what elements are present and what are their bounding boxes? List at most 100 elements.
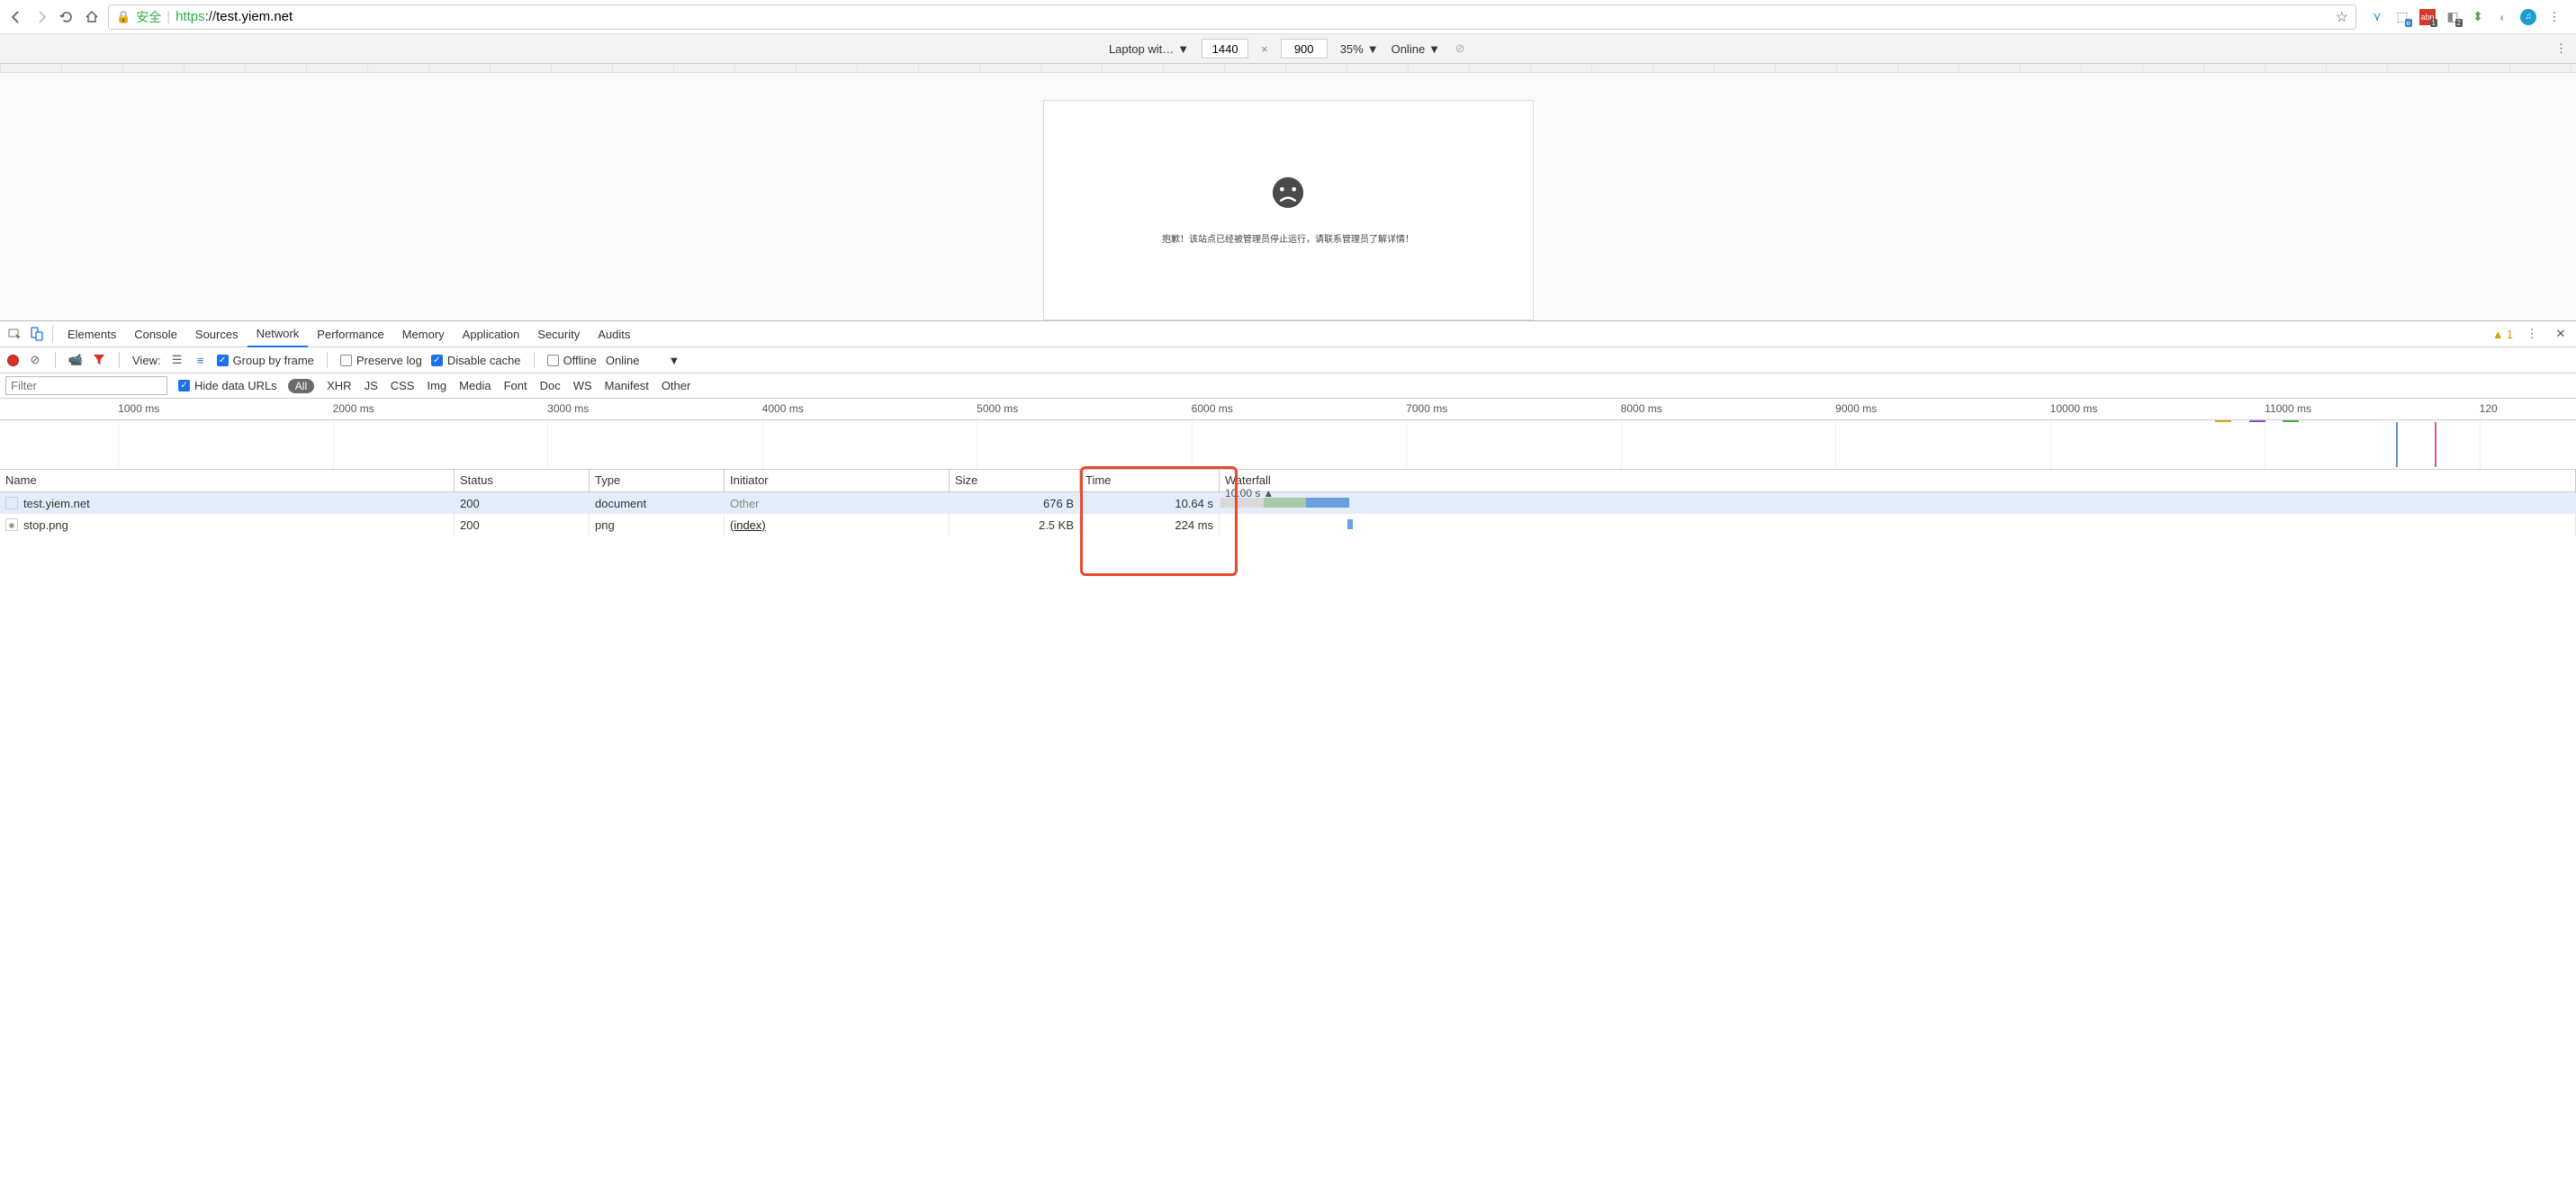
secure-label: 安全 <box>136 8 161 26</box>
ext-icon-7[interactable]: ♫ <box>2520 9 2536 25</box>
offline-checkbox[interactable]: Offline <box>547 354 597 367</box>
row-type: png <box>590 514 725 536</box>
row-name: stop.png <box>23 518 68 532</box>
col-status-header[interactable]: Status <box>455 470 590 491</box>
filter-type-js[interactable]: JS <box>365 379 378 392</box>
viewport-width-input[interactable] <box>1202 39 1248 58</box>
rotate-icon[interactable]: ⊘ <box>1453 41 1467 56</box>
timeline-tick: 11000 ms <box>2265 402 2311 415</box>
filter-funnel-icon[interactable] <box>92 353 106 367</box>
col-name-header[interactable]: Name <box>0 470 455 491</box>
clear-icon[interactable]: ⊘ <box>28 353 42 367</box>
filter-type-all[interactable]: All <box>288 379 314 393</box>
group-by-frame-checkbox[interactable]: Group by frame <box>217 354 314 367</box>
ext-icon-6[interactable]: ◐ <box>2495 9 2511 25</box>
timeline-overview[interactable] <box>0 420 2576 470</box>
network-row[interactable]: test.yiem.net 200 document Other 676 B 1… <box>0 492 2576 514</box>
viewport-height-input[interactable] <box>1281 39 1328 58</box>
device-mode-icon[interactable] <box>27 324 47 344</box>
devtools-tab-memory[interactable]: Memory <box>393 321 454 347</box>
filter-input[interactable] <box>5 376 167 395</box>
timeline-tick: 4000 ms <box>762 402 804 415</box>
filter-type-css[interactable]: CSS <box>391 379 415 392</box>
network-row[interactable]: ◉stop.png 200 png (index) 2.5 KB 224 ms <box>0 514 2576 536</box>
view-list-icon[interactable]: ☰ <box>170 353 185 367</box>
timeline-tick: 10000 ms <box>2050 402 2098 415</box>
col-size-header[interactable]: Size <box>950 470 1080 491</box>
disable-cache-checkbox[interactable]: Disable cache <box>431 354 521 367</box>
timeline-tick: 120 <box>2480 402 2498 415</box>
throttle-profile-select[interactable]: Online▼ <box>606 354 680 367</box>
timeline-tick: 9000 ms <box>1835 402 1877 415</box>
devtools-menu-icon[interactable]: ⋮ <box>2522 324 2542 344</box>
preserve-log-checkbox[interactable]: Preserve log <box>340 354 422 367</box>
devtools-tab-network[interactable]: Network <box>248 321 309 347</box>
row-initiator: Other <box>730 497 760 510</box>
filter-type-font[interactable]: Font <box>504 379 527 392</box>
reload-button[interactable] <box>58 8 76 26</box>
filter-type-img[interactable]: Img <box>427 379 446 392</box>
row-status: 200 <box>455 492 590 514</box>
home-button[interactable] <box>83 8 101 26</box>
filter-type-doc[interactable]: Doc <box>540 379 561 392</box>
bookmark-star-icon[interactable]: ☆ <box>2336 8 2348 26</box>
devtools-close-icon[interactable]: ✕ <box>2551 324 2571 344</box>
ext-icon-1[interactable]: ⋎ <box>2369 9 2385 25</box>
page-content: 抱歉！该站点已经被管理员停止运行，请联系管理员了解详情！ <box>1043 100 1534 320</box>
timeline-tick: 3000 ms <box>547 402 589 415</box>
network-table-header: Name Status Type Initiator Size Time Wat… <box>0 470 2576 492</box>
timeline-ruler[interactable]: 1000 ms2000 ms3000 ms4000 ms5000 ms6000 … <box>0 399 2576 420</box>
network-toolbar: ⊘ 📹 View: ☰ ≡ Group by frame Preserve lo… <box>0 347 2576 374</box>
ext-icon-5[interactable]: ⬍ <box>2470 9 2486 25</box>
ext-icon-3[interactable]: abp1 <box>2419 9 2436 25</box>
devtools-tab-application[interactable]: Application <box>454 321 529 347</box>
ext-icon-2[interactable]: ⬚e <box>2394 9 2410 25</box>
filter-type-xhr[interactable]: XHR <box>327 379 351 392</box>
col-waterfall-header[interactable]: Waterfall10.00 s ▲ <box>1220 470 2576 491</box>
view-tree-icon[interactable]: ≡ <box>194 353 208 367</box>
back-button[interactable] <box>7 8 25 26</box>
network-table: Name Status Type Initiator Size Time Wat… <box>0 470 2576 536</box>
forward-button[interactable] <box>32 8 50 26</box>
devtools-tab-performance[interactable]: Performance <box>308 321 392 347</box>
row-name: test.yiem.net <box>23 497 90 510</box>
devtools-tab-elements[interactable]: Elements <box>59 321 125 347</box>
warnings-badge[interactable]: ▲ 1 <box>2492 328 2513 341</box>
camera-icon[interactable]: 📹 <box>68 353 83 367</box>
ext-icon-4[interactable]: ◧2 <box>2445 9 2461 25</box>
timeline-tick: 6000 ms <box>1192 402 1233 415</box>
device-select[interactable]: Laptop wit… ▼ <box>1109 42 1189 56</box>
browser-menu-icon[interactable]: ⋮ <box>2545 8 2563 26</box>
devtools-tabbar: ElementsConsoleSourcesNetworkPerformance… <box>0 320 2576 347</box>
row-initiator[interactable]: (index) <box>730 518 766 532</box>
col-type-header[interactable]: Type <box>590 470 725 491</box>
timeline-tick: 1000 ms <box>118 402 159 415</box>
lock-icon: 🔒 <box>116 10 131 24</box>
throttle-select[interactable]: Online ▼ <box>1392 42 1440 56</box>
devtools-tab-console[interactable]: Console <box>125 321 186 347</box>
devtools-tab-sources[interactable]: Sources <box>186 321 248 347</box>
url-text: https://test.yiem.net <box>176 9 293 24</box>
filter-type-ws[interactable]: WS <box>573 379 592 392</box>
device-more-icon[interactable]: ⋮ <box>2555 41 2567 56</box>
filter-type-media[interactable]: Media <box>459 379 491 392</box>
address-bar[interactable]: 🔒 安全 | https://test.yiem.net ☆ <box>108 4 2356 30</box>
inspect-icon[interactable] <box>5 324 25 344</box>
hide-data-urls-checkbox[interactable]: Hide data URLs <box>178 379 277 392</box>
page-viewport: 抱歉！该站点已经被管理员停止运行，请联系管理员了解详情！ <box>0 73 2576 320</box>
devtools-tab-audits[interactable]: Audits <box>589 321 639 347</box>
browser-toolbar: 🔒 安全 | https://test.yiem.net ☆ ⋎ ⬚e abp1… <box>0 0 2576 34</box>
col-initiator-header[interactable]: Initiator <box>725 470 950 491</box>
filter-type-manifest[interactable]: Manifest <box>605 379 649 392</box>
timeline-tick: 8000 ms <box>1621 402 1662 415</box>
device-toolbar: Laptop wit… ▼ × 35% ▼ Online ▼ ⊘ ⋮ <box>0 34 2576 64</box>
record-button[interactable] <box>7 355 19 366</box>
zoom-select[interactable]: 35% ▼ <box>1340 42 1379 56</box>
devtools-tab-security[interactable]: Security <box>528 321 589 347</box>
file-icon <box>5 497 18 509</box>
row-waterfall <box>1220 514 2576 536</box>
filter-type-other[interactable]: Other <box>662 379 691 392</box>
col-time-header[interactable]: Time <box>1080 470 1220 491</box>
row-time: 10.64 s <box>1080 492 1220 514</box>
sad-face-icon <box>1271 176 1305 210</box>
